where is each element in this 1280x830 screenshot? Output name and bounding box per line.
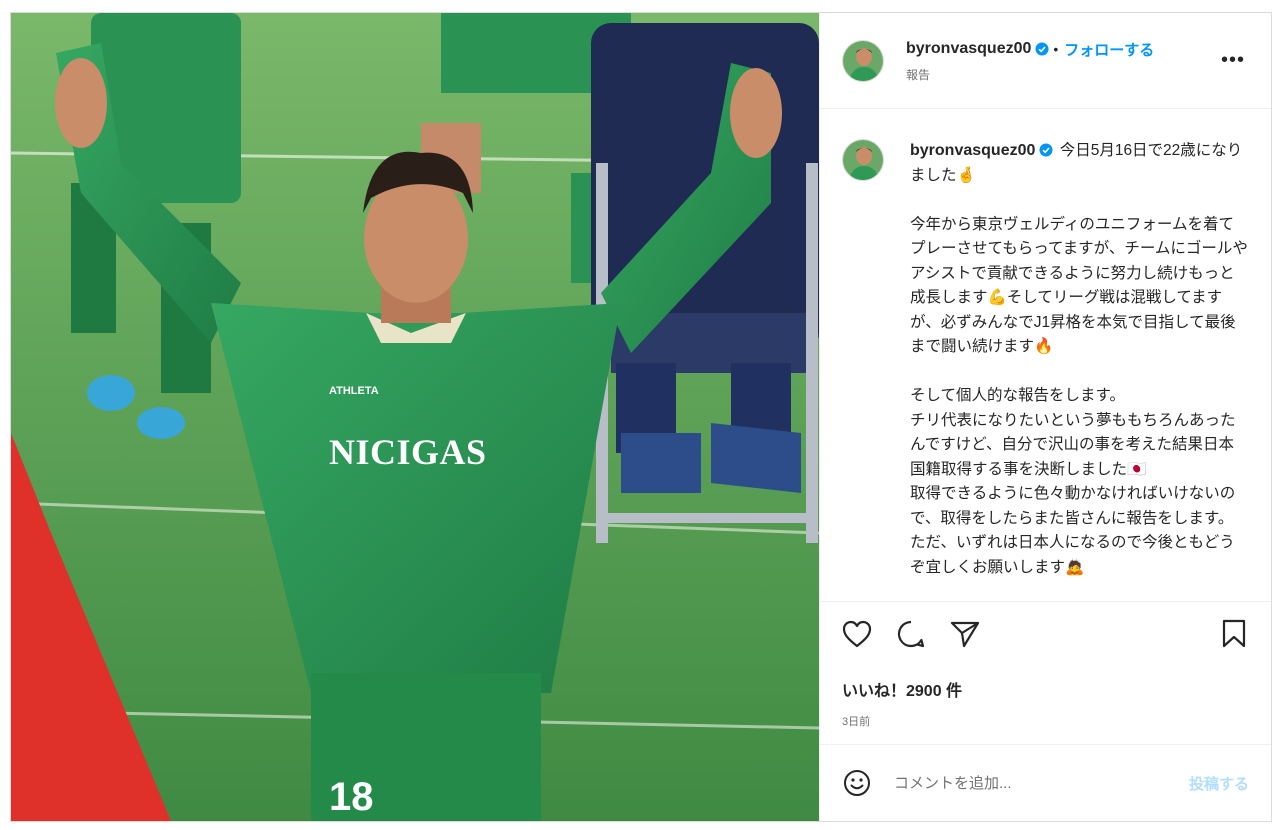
username-link[interactable]: byronvasquez00 xyxy=(906,40,1031,58)
caption-text: 今日5月16日で22歳になりました🤞 今年から東京ヴェルディのユニフォームを着て… xyxy=(910,142,1248,576)
share-button[interactable] xyxy=(948,617,982,651)
more-options-icon[interactable]: ••• xyxy=(1221,50,1245,70)
caption: byronvasquez00 今日5月16日で22歳になりました🤞 今年から東京… xyxy=(910,139,1249,601)
action-bar xyxy=(820,601,1271,665)
paper-plane-icon xyxy=(950,621,980,647)
comment-bar: 投稿する xyxy=(820,745,1271,821)
caption-username[interactable]: byronvasquez00 xyxy=(910,142,1035,159)
comment-input[interactable] xyxy=(894,774,1189,792)
heart-icon xyxy=(842,620,872,647)
save-button[interactable] xyxy=(1217,617,1251,651)
like-button[interactable] xyxy=(840,617,874,651)
verified-badge-icon xyxy=(1039,143,1053,157)
avatar-icon xyxy=(843,140,883,180)
shorts-number: 18 xyxy=(329,775,374,819)
comment-bubble-icon xyxy=(897,620,925,647)
photo-illustration xyxy=(11,13,819,821)
caption-avatar[interactable] xyxy=(842,139,884,181)
smiley-icon xyxy=(844,770,870,796)
verified-badge-icon xyxy=(1035,42,1049,56)
avatar-icon xyxy=(843,40,883,81)
post-comment-button[interactable]: 投稿する xyxy=(1189,773,1249,794)
avatar[interactable] xyxy=(842,39,884,82)
like-count[interactable]: いいね！2900 件 xyxy=(820,665,1271,705)
follow-button[interactable]: フォローする xyxy=(1064,39,1154,60)
comment-button[interactable] xyxy=(894,617,928,651)
jersey-brand: ATHLETA xyxy=(329,385,379,397)
jersey-sponsor: NICIGAS xyxy=(329,432,487,472)
post-dialog: NICIGAS ATHLETA 18 byronvasquez00 • フォロー… xyxy=(10,12,1272,822)
separator-dot: • xyxy=(1053,41,1059,57)
post-header: byronvasquez00 • フォローする 報告 ••• xyxy=(820,13,1271,109)
post-subtitle: 報告 xyxy=(906,67,931,82)
post-photo[interactable]: NICIGAS ATHLETA 18 xyxy=(11,13,819,821)
post-side-panel: byronvasquez00 • フォローする 報告 ••• byronvasq… xyxy=(819,13,1271,821)
bookmark-icon xyxy=(1222,619,1246,647)
caption-area: byronvasquez00 今日5月16日で22歳になりました🤞 今年から東京… xyxy=(820,109,1271,601)
post-timestamp[interactable]: 3日前 xyxy=(820,705,1271,745)
emoji-button[interactable] xyxy=(842,768,872,798)
